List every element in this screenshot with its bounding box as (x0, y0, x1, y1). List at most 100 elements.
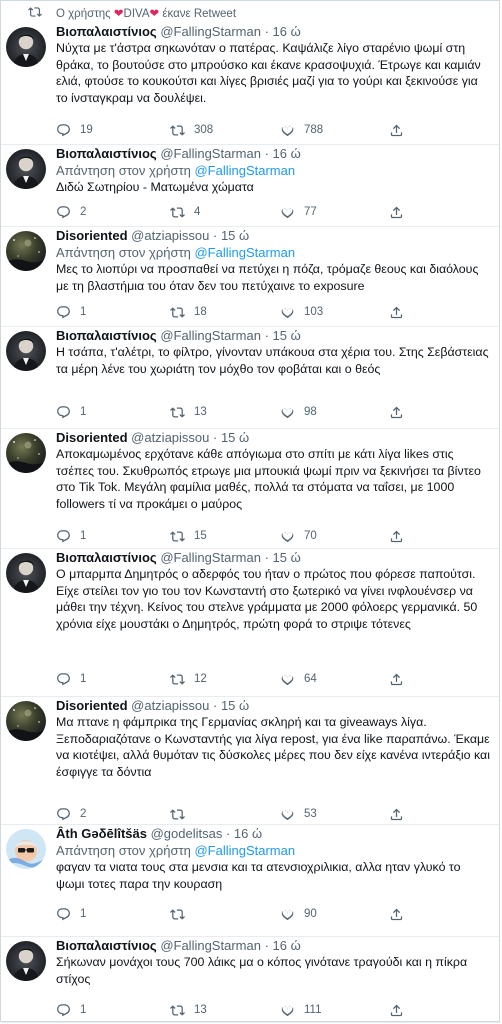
reply-button[interactable]: 2 (56, 805, 86, 823)
reply-button[interactable]: 2 (56, 203, 86, 221)
timestamp[interactable]: · 15 ώ (265, 550, 301, 565)
timestamp[interactable]: · 15 ώ (213, 430, 249, 445)
display-name[interactable]: Disoriented (56, 228, 128, 243)
avatar[interactable] (6, 231, 46, 271)
reply-mention-link[interactable]: @FallingStarman (194, 843, 295, 858)
share-button[interactable] (389, 905, 404, 923)
tweet-actions: 2 4 77 (56, 203, 486, 223)
handle[interactable]: @godelitsas (151, 826, 223, 841)
like-button[interactable]: 111 (280, 1001, 321, 1019)
avatar[interactable] (6, 553, 46, 593)
reply-button[interactable]: 1 (56, 1001, 86, 1019)
share-button[interactable] (389, 403, 404, 421)
reply-mention-link[interactable]: @FallingStarman (194, 245, 295, 260)
timestamp[interactable]: · 16 ώ (265, 24, 301, 39)
like-button[interactable]: 53 (280, 805, 317, 823)
reply-count: 2 (80, 206, 87, 218)
reply-mention-link[interactable]: @FallingStarman (194, 163, 295, 178)
tweet[interactable]: Βιοπαλαιστίνιος @FallingStarman · 15 ώ Ο… (1, 549, 501, 697)
retweet-button[interactable]: 308 (170, 121, 213, 139)
handle[interactable]: @FallingStarman (160, 328, 261, 343)
share-button[interactable] (389, 670, 404, 688)
avatar[interactable] (6, 433, 46, 473)
like-button[interactable]: 103 (280, 303, 323, 321)
timestamp[interactable]: · 15 ώ (213, 698, 249, 713)
banner-user[interactable]: DIVA (124, 8, 150, 20)
share-button[interactable] (389, 805, 404, 823)
share-button[interactable] (389, 203, 404, 221)
handle[interactable]: @FallingStarman (160, 146, 261, 161)
like-button[interactable]: 98 (280, 403, 317, 421)
timestamp[interactable]: · 15 ώ (213, 228, 249, 243)
like-icon (281, 909, 294, 920)
tweet-body: Βιοπαλαιστίνιος @FallingStarman · 16 ώ Α… (56, 145, 491, 196)
avatar[interactable] (6, 331, 46, 371)
retweet-button[interactable] (170, 805, 194, 823)
retweet-button[interactable]: 13 (170, 1001, 207, 1019)
share-button[interactable] (389, 1001, 404, 1019)
avatar[interactable] (6, 701, 46, 741)
reply-count: 1 (80, 908, 87, 920)
tweet[interactable]: Βιοπαλαιστίνιος @FallingStarman · 16 ώ Σ… (1, 937, 501, 1023)
like-count: 53 (304, 808, 317, 820)
tweet[interactable]: Disoriented @atziapissou · 15 ώ Αποκαμωμ… (1, 429, 501, 549)
like-button[interactable]: 77 (280, 203, 317, 221)
retweet-button[interactable]: 4 (170, 203, 200, 221)
tweet[interactable]: Disoriented @atziapissou · 15 ώ Μα πτανε… (1, 697, 501, 825)
timestamp[interactable]: · 16 ώ (265, 146, 301, 161)
handle[interactable]: @atziapissou (131, 698, 209, 713)
retweet-button[interactable]: 18 (170, 303, 207, 321)
like-button[interactable]: 64 (280, 670, 317, 688)
tweet[interactable]: Disoriented @atziapissou · 15 ώ Απάντηση… (1, 227, 501, 327)
tweet[interactable]: Βιοπαλαιστίνιος @FallingStarman · 16 ώ Ν… (1, 23, 501, 145)
reply-context: Απάντηση στον χρήστη @FallingStarman (56, 244, 491, 261)
display-name[interactable]: Disoriented (56, 430, 128, 445)
share-button[interactable] (389, 121, 404, 139)
avatar[interactable] (6, 149, 46, 189)
display-name[interactable]: Βιοπαλαιστίνιος (56, 328, 157, 343)
tweet-body: Βιοπαλαιστίνιος @FallingStarman · 16 ώ Σ… (56, 937, 491, 987)
avatar[interactable] (6, 829, 46, 869)
retweet-button[interactable] (170, 905, 194, 923)
display-name[interactable]: Disoriented (56, 698, 128, 713)
like-icon (281, 407, 294, 418)
display-name[interactable]: Ȃth Gəδēlîtšäs (56, 826, 147, 841)
like-button[interactable]: 70 (280, 527, 317, 545)
retweet-button[interactable]: 13 (170, 403, 207, 421)
reply-prefix: Απάντηση στον χρήστη (56, 843, 195, 858)
handle[interactable]: @FallingStarman (160, 24, 261, 39)
reply-button[interactable]: 1 (56, 303, 86, 321)
tweet[interactable]: Βιοπαλαιστίνιος @FallingStarman · 15 ώ Η… (1, 327, 501, 429)
like-button[interactable]: 90 (280, 905, 317, 923)
reply-button[interactable]: 1 (56, 905, 86, 923)
avatar[interactable] (6, 27, 46, 67)
display-name[interactable]: Βιοπαλαιστίνιος (56, 146, 157, 161)
tweet-text: Διδώ Σωτηρίου - Ματωμένα χώματα (56, 180, 254, 194)
reply-button[interactable]: 1 (56, 403, 86, 421)
share-button[interactable] (389, 527, 404, 545)
handle[interactable]: @FallingStarman (160, 550, 261, 565)
timestamp[interactable]: · 15 ώ (265, 328, 301, 343)
share-icon (390, 1004, 403, 1016)
like-button[interactable]: 788 (280, 121, 323, 139)
tweet-actions: 19 308 788 (56, 121, 486, 141)
retweet-button[interactable]: 15 (170, 527, 207, 545)
reply-button[interactable]: 19 (56, 121, 93, 139)
avatar[interactable] (6, 941, 46, 981)
display-name[interactable]: Βιοπαλαιστίνιος (56, 550, 157, 565)
handle[interactable]: @atziapissou (131, 228, 209, 243)
reply-icon (57, 807, 70, 820)
reply-button[interactable]: 1 (56, 527, 86, 545)
tweet[interactable]: Βιοπαλαιστίνιος @FallingStarman · 16 ώ Α… (1, 145, 501, 227)
share-button[interactable] (389, 303, 404, 321)
handle[interactable]: @FallingStarman (160, 938, 261, 953)
display-name[interactable]: Βιοπαλαιστίνιος (56, 24, 157, 39)
tweet[interactable]: Ȃth Gəδēlîtšäs @godelitsas · 16 ώ Απάντη… (1, 825, 501, 937)
timestamp[interactable]: · 16 ώ (265, 938, 301, 953)
reply-button[interactable]: 1 (56, 670, 86, 688)
retweet-button[interactable]: 12 (170, 670, 207, 688)
timestamp[interactable]: · 16 ώ (226, 826, 262, 841)
display-name[interactable]: Βιοπαλαιστίνιος (56, 938, 157, 953)
handle[interactable]: @atziapissou (131, 430, 209, 445)
tweet-body: Βιοπαλαιστίνιος @FallingStarman · 16 ώ Ν… (56, 23, 491, 106)
